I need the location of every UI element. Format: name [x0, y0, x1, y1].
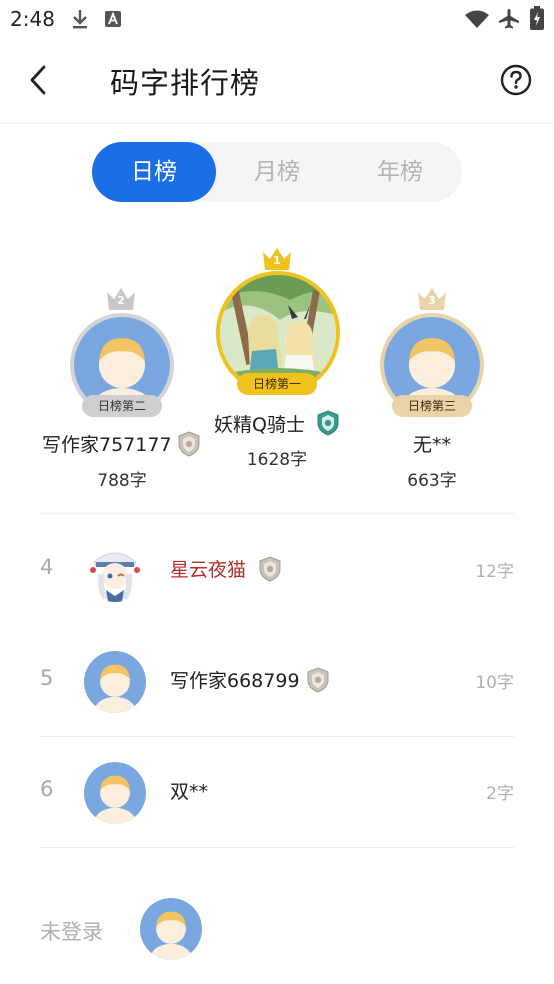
tab-monthly[interactable]: 月榜 — [215, 142, 339, 202]
rank-number: 4 — [40, 555, 54, 579]
gold-crown-icon: 1 — [261, 246, 293, 272]
username: 无** — [412, 434, 451, 456]
bronze-crown-icon: 3 — [416, 286, 448, 312]
teal-medal-icon — [316, 410, 340, 436]
tab-daily[interactable]: 日榜 — [92, 142, 216, 202]
username: 写作家668799 — [170, 670, 300, 692]
list-item[interactable]: 4 星云夜猫 12字 — [0, 515, 554, 625]
rank-badge: 日榜第二 — [82, 395, 162, 417]
word-count: 10字 — [475, 673, 514, 693]
download-icon — [73, 10, 87, 29]
login-status[interactable]: 未登录 — [40, 916, 103, 946]
page-title: 码字排行榜 — [110, 66, 261, 100]
podium-third[interactable]: 3 日榜第三 无** 663字 — [0, 240, 554, 491]
status-time: 2:48 — [10, 7, 55, 31]
word-count: 788字 — [97, 471, 147, 491]
silver-crown-icon: 2 — [105, 286, 137, 312]
rank-number: 1 — [273, 254, 281, 267]
top-three-podium: 2 日榜第二 写作家757177 788字 1 日榜第一 妖精Q骑士 1628字… — [0, 240, 554, 500]
rank-badge: 日榜第一 — [237, 373, 317, 395]
rank-badge: 日榜第三 — [392, 395, 472, 417]
word-count: 663字 — [407, 471, 457, 491]
app-header: 码字排行榜 — [0, 38, 554, 124]
battery-charging-icon — [530, 6, 544, 30]
word-count: 12字 — [475, 562, 514, 582]
my-rank-bar: 未登录 — [0, 874, 554, 984]
username: 星云夜猫 — [170, 559, 247, 581]
username: 双** — [170, 781, 209, 803]
avatar — [84, 762, 146, 824]
shield-medal-icon — [258, 556, 282, 582]
chevron-left-icon[interactable] — [24, 62, 54, 98]
shield-medal-icon — [177, 431, 201, 457]
avatar — [84, 651, 146, 713]
rank-number: 6 — [40, 777, 54, 801]
text-a-icon — [105, 11, 121, 27]
divider — [40, 847, 514, 848]
my-avatar[interactable] — [140, 898, 202, 960]
status-bar: 2:48 — [0, 0, 554, 38]
ranking-period-tabs: 日榜 月榜 年榜 — [92, 142, 462, 202]
username: 写作家757177 — [42, 434, 172, 456]
word-count: 1628字 — [246, 450, 308, 470]
list-item[interactable]: 6 双** 2字 — [0, 737, 554, 847]
question-circle-icon[interactable] — [500, 64, 532, 96]
airplane-icon — [499, 9, 519, 29]
word-count: 2字 — [486, 784, 514, 804]
tab-yearly[interactable]: 年榜 — [338, 142, 462, 202]
rank-number: 5 — [40, 666, 54, 690]
rank-number: 2 — [117, 294, 125, 307]
wifi-icon — [465, 10, 489, 28]
divider — [40, 513, 514, 514]
avatar-anime-girl — [84, 540, 146, 602]
shield-medal-icon — [306, 667, 330, 693]
list-item[interactable]: 5 写作家668799 10字 — [0, 626, 554, 736]
rank-number: 3 — [428, 294, 436, 307]
username: 妖精Q骑士 — [214, 414, 305, 436]
